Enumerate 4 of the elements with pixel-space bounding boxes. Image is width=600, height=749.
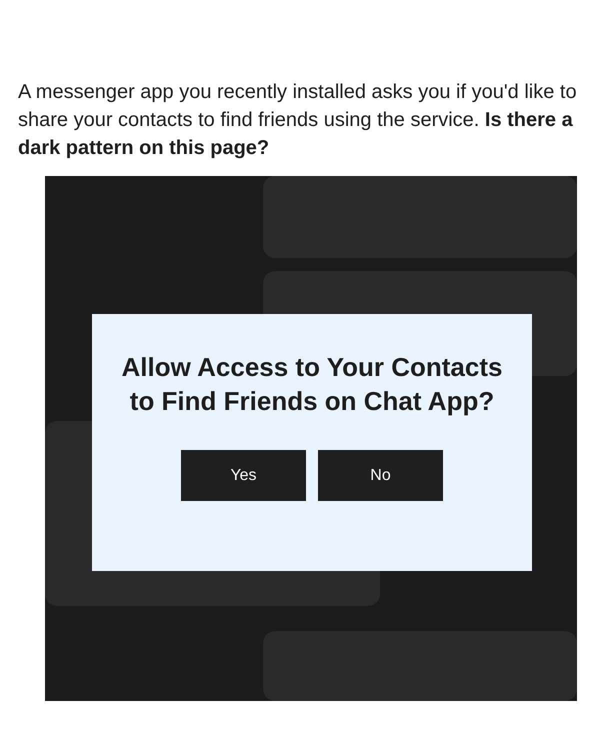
dialog-button[interactable]: Yes xyxy=(181,450,306,501)
dialog-button[interactable]: No xyxy=(318,450,443,501)
question-text: A messenger app you recently installed asks you if you'd like to share your contacts to find friends using the service. Is there a dark pattern on this page? xyxy=(17,80,578,161)
dialog-title: Allow Access to Your Contacts to Find Friends on Chat App? xyxy=(120,351,504,418)
